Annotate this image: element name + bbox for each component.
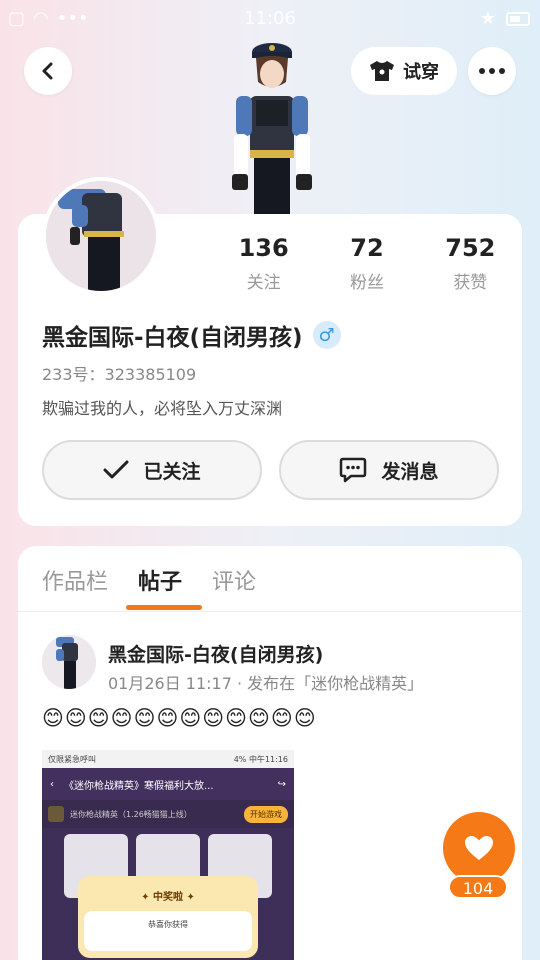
content-tabs: 作品栏 帖子 评论: [42, 564, 256, 596]
active-tab-indicator: [126, 605, 202, 610]
profile-uid: 233号：323385109: [42, 365, 197, 384]
post-image-open-button: 开始游戏: [244, 805, 288, 823]
avatar-figure[interactable]: [222, 38, 322, 216]
post-image-banner-text: 迷你枪战精英（1.26畅猫猫上线）: [70, 809, 192, 819]
post-image-statusbar: 仅限紧急呼叫 4% 中午11:16: [42, 750, 294, 768]
checkmark-icon: [103, 460, 129, 479]
back-button[interactable]: [24, 47, 72, 95]
stat-following-label: 关注: [246, 273, 281, 293]
post-image-title: 《迷你枪战精英》寒假福利大放...: [64, 780, 214, 792]
heart-icon: [465, 836, 493, 860]
post-image[interactable]: 仅限紧急呼叫 4% 中午11:16 ‹ 《迷你枪战精英》寒假福利大放... ↪ …: [42, 750, 294, 960]
post-image-titlebar: ‹ 《迷你枪战精英》寒假福利大放... ↪: [42, 768, 294, 800]
post-image-popup-title: ✦ 中奖啦 ✦: [141, 892, 195, 903]
try-on-label: 试穿: [403, 62, 439, 83]
tab-comments[interactable]: 评论: [212, 564, 256, 596]
profile-bio: 欺骗过我的人，必将坠入万丈深渊: [42, 399, 283, 418]
post-text: 😊😊😊😊😊😊😊😊😊😊😊😊: [42, 706, 317, 730]
name-row: 黑金国际-白夜(自闭男孩) ♂: [42, 318, 341, 352]
chat-bubble-icon: [340, 457, 367, 483]
profile-avatar[interactable]: [42, 177, 160, 295]
profile-name: 黑金国际-白夜(自闭男孩): [42, 325, 303, 351]
post-author-avatar[interactable]: [42, 635, 96, 689]
post-avatar-image: [42, 635, 96, 689]
male-gender-icon: ♂: [312, 321, 341, 349]
status-time: 11:06: [244, 8, 296, 29]
tab-works[interactable]: 作品栏: [42, 564, 108, 596]
post-image-game-icon: [48, 806, 64, 822]
status-bar: ▢ ◠ ••• 11:06 ★: [0, 0, 540, 38]
tab-divider: [18, 611, 522, 612]
stat-likes-count: 752: [445, 234, 496, 262]
more-horizontal-icon: [479, 68, 505, 74]
followed-label: 已关注: [143, 460, 201, 483]
stat-followers-count: 72: [350, 234, 384, 262]
chevron-left-icon: [42, 62, 53, 80]
more-button[interactable]: [468, 47, 516, 95]
message-label: 发消息: [381, 460, 439, 483]
stat-followers-label: 粉丝: [349, 273, 384, 293]
post-author-name[interactable]: 黑金国际-白夜(自闭男孩): [108, 640, 323, 667]
post-image-popup-body: 恭喜你获得: [84, 911, 252, 951]
try-on-button[interactable]: 试穿: [351, 47, 457, 95]
post-image-grid: 200钻石 随心角卡 抽奖角卡 ✦ 中奖啦 ✦ 恭喜你获得: [42, 828, 294, 960]
post-meta: 01月26日 11:17 · 发布在「迷你枪战精英」: [108, 674, 424, 693]
battery-icon: [506, 11, 530, 26]
like-count: 104: [448, 875, 508, 899]
status-icons-right: ★: [480, 8, 530, 29]
post-image-status-right: 4% 中午11:16: [233, 754, 288, 764]
stat-following[interactable]: 136 关注: [219, 234, 309, 293]
post-image-share-icon: ↪: [277, 778, 286, 790]
followed-button[interactable]: 已关注: [42, 440, 262, 500]
avatar-image: [46, 181, 156, 291]
tshirt-icon: [370, 61, 394, 81]
stat-likes[interactable]: 752 获赞: [425, 234, 515, 293]
stat-likes-label: 获赞: [453, 273, 488, 293]
profile-stats: 136 关注 72 粉丝 752 获赞: [212, 234, 522, 293]
alarm-icon: ★: [479, 8, 496, 29]
post-image-banner: 迷你枪战精英（1.26畅猫猫上线） 开始游戏: [42, 800, 294, 828]
post-image-status-left: 仅限紧急呼叫: [48, 754, 96, 764]
post-image-back-icon: ‹: [50, 778, 54, 790]
tab-posts[interactable]: 帖子: [138, 564, 182, 596]
post-image-popup: ✦ 中奖啦 ✦ 恭喜你获得: [78, 876, 258, 958]
message-button[interactable]: 发消息: [279, 440, 499, 500]
stat-followers[interactable]: 72 粉丝: [322, 234, 412, 293]
like-button[interactable]: [443, 812, 515, 884]
stat-following-count: 136: [238, 234, 289, 262]
